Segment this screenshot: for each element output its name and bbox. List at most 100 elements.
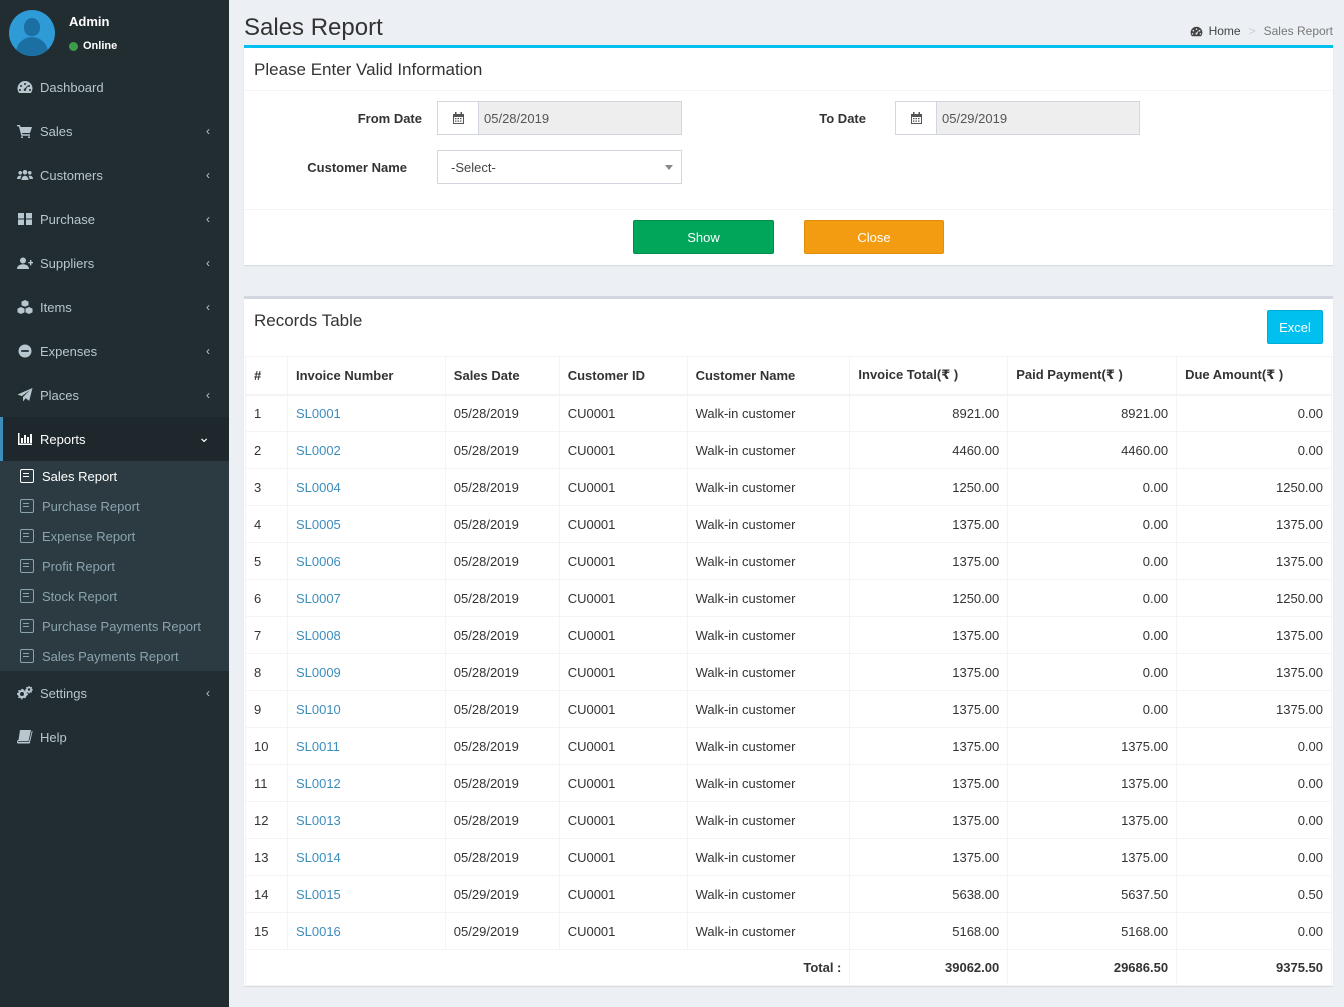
customer-id: CU0001 (558, 616, 688, 654)
invoice-number-link[interactable]: SL0009 (296, 665, 341, 680)
sidebar-subitem-label: Purchase Report (42, 498, 140, 514)
sidebar-subitem-expense-report[interactable]: Expense Report (0, 521, 229, 551)
calendar-icon[interactable] (896, 102, 937, 134)
customer-select[interactable]: -Select- (437, 150, 682, 184)
column-header[interactable]: Customer Name (686, 356, 851, 396)
invoice-number-link[interactable]: SL0013 (296, 813, 341, 828)
invoice-number-cell: SL0012 (286, 764, 446, 802)
column-header[interactable]: Paid Payment(₹ ) (1007, 356, 1178, 396)
sidebar-item-places[interactable]: Places ‹ (0, 373, 229, 417)
to-date-input[interactable]: 05/29/2019 (937, 102, 1139, 134)
customer-id: CU0001 (558, 727, 688, 765)
invoice-number-link[interactable]: SL0008 (296, 628, 341, 643)
invoice-number-link[interactable]: SL0006 (296, 554, 341, 569)
sidebar-item-settings[interactable]: Settings ‹ (0, 671, 229, 715)
invoice-number-link[interactable]: SL0012 (296, 776, 341, 791)
row-number: 7 (245, 616, 288, 654)
sidebar-item-help[interactable]: Help (0, 715, 229, 759)
sales-date: 05/28/2019 (444, 764, 560, 802)
customer-name: Walk-in customer (686, 727, 851, 765)
column-header[interactable]: Customer ID (558, 356, 688, 396)
online-status-icon (69, 41, 78, 51)
invoice-number-cell: SL0002 (286, 431, 446, 469)
due-amount: 0.00 (1176, 727, 1332, 765)
sidebar-subitem-purchase-report[interactable]: Purchase Report (0, 491, 229, 521)
gears-icon (17, 686, 33, 700)
row-number: 8 (245, 653, 288, 691)
column-header[interactable]: Sales Date (444, 356, 560, 396)
invoice-total: 1375.00 (849, 653, 1009, 691)
customer-name: Walk-in customer (686, 801, 851, 839)
row-number: 11 (245, 764, 288, 802)
sidebar-item-expenses[interactable]: Expenses ‹ (0, 329, 229, 373)
customer-name: Walk-in customer (686, 912, 851, 950)
customer-name: Walk-in customer (686, 394, 851, 432)
invoice-number-cell: SL0011 (286, 727, 446, 765)
breadcrumb-home-link[interactable]: Home (1209, 24, 1241, 38)
user-panel: Admin Online (0, 0, 229, 66)
from-date-input[interactable]: 05/28/2019 (479, 102, 681, 134)
sidebar-subitem-sales-report[interactable]: Sales Report (0, 461, 229, 491)
sidebar: Admin Online Dashboard Sales ‹ Customers… (0, 0, 229, 1007)
invoice-number-link[interactable]: SL0016 (296, 924, 341, 939)
sidebar-item-reports[interactable]: Reports ⌄ (0, 417, 229, 461)
sales-date: 05/28/2019 (444, 394, 560, 432)
sidebar-subitem-sales-payments-report[interactable]: Sales Payments Report (0, 641, 229, 671)
invoice-number-link[interactable]: SL0010 (296, 702, 341, 717)
users-icon (17, 170, 33, 180)
sidebar-item-sales[interactable]: Sales ‹ (0, 109, 229, 153)
customer-id: CU0001 (558, 505, 688, 543)
sidebar-item-dashboard[interactable]: Dashboard (0, 65, 229, 109)
close-button[interactable]: Close (804, 220, 944, 254)
invoice-number-link[interactable]: SL0015 (296, 887, 341, 902)
column-header[interactable]: Invoice Number (286, 356, 446, 396)
invoice-number-cell: SL0008 (286, 616, 446, 654)
invoice-number-link[interactable]: SL0002 (296, 443, 341, 458)
paid-payment: 1375.00 (1007, 801, 1178, 839)
customer-id: CU0001 (558, 690, 688, 728)
avatar (9, 10, 55, 56)
from-date-group: 05/28/2019 (437, 101, 682, 135)
row-number: 1 (245, 394, 288, 432)
show-button[interactable]: Show (633, 220, 774, 254)
sidebar-item-suppliers[interactable]: Suppliers ‹ (0, 241, 229, 285)
invoice-number-cell: SL0016 (286, 912, 446, 950)
sidebar-item-items[interactable]: Items ‹ (0, 285, 229, 329)
excel-button[interactable]: Excel (1267, 310, 1323, 344)
invoice-number-link[interactable]: SL0005 (296, 517, 341, 532)
chevron-left-icon: ‹ (206, 256, 210, 270)
column-header[interactable]: Invoice Total(₹ ) (849, 356, 1009, 396)
invoice-number-cell: SL0009 (286, 653, 446, 691)
row-number: 2 (245, 431, 288, 469)
due-amount: 1375.00 (1176, 505, 1332, 543)
sidebar-item-customers[interactable]: Customers ‹ (0, 153, 229, 197)
sidebar-subitem-purchase-payments-report[interactable]: Purchase Payments Report (0, 611, 229, 641)
calendar-icon[interactable] (438, 102, 479, 134)
sidebar-subitem-profit-report[interactable]: Profit Report (0, 551, 229, 581)
invoice-number-link[interactable]: SL0004 (296, 480, 341, 495)
table-row: 2 SL0002 05/28/2019 CU0001 Walk-in customer 4… (245, 431, 1332, 469)
column-header[interactable]: Due Amount(₹ ) (1176, 356, 1332, 396)
customer-name: Walk-in customer (686, 505, 851, 543)
table-header-row: # Invoice Number Sales Date Customer ID … (245, 356, 1332, 396)
records-box-title: Records Table (254, 311, 363, 330)
sidebar-item-purchase[interactable]: Purchase ‹ (0, 197, 229, 241)
row-number: 6 (245, 579, 288, 617)
paid-payment: 5637.50 (1007, 875, 1178, 913)
table-row: 10 SL0011 05/28/2019 CU0001 Walk-in customer… (245, 727, 1332, 765)
sidebar-subitem-label: Profit Report (42, 558, 115, 574)
cubes-icon (17, 300, 33, 314)
column-header[interactable]: # (245, 356, 288, 396)
sidebar-subitem-stock-report[interactable]: Stock Report (0, 581, 229, 611)
dashboard-icon (17, 81, 33, 93)
invoice-number-link[interactable]: SL0011 (296, 739, 340, 754)
invoice-number-cell: SL0005 (286, 505, 446, 543)
invoice-number-link[interactable]: SL0007 (296, 591, 341, 606)
from-date-label: From Date (357, 111, 422, 126)
invoice-number-link[interactable]: SL0014 (296, 850, 341, 865)
invoice-number-link[interactable]: SL0001 (296, 406, 341, 421)
chevron-left-icon: ‹ (206, 388, 210, 402)
paid-payment: 0.00 (1007, 579, 1178, 617)
table-row: 15 SL0016 05/29/2019 CU0001 Walk-in customer… (245, 912, 1332, 950)
table-row: 13 SL0014 05/28/2019 CU0001 Walk-in customer… (245, 838, 1332, 876)
